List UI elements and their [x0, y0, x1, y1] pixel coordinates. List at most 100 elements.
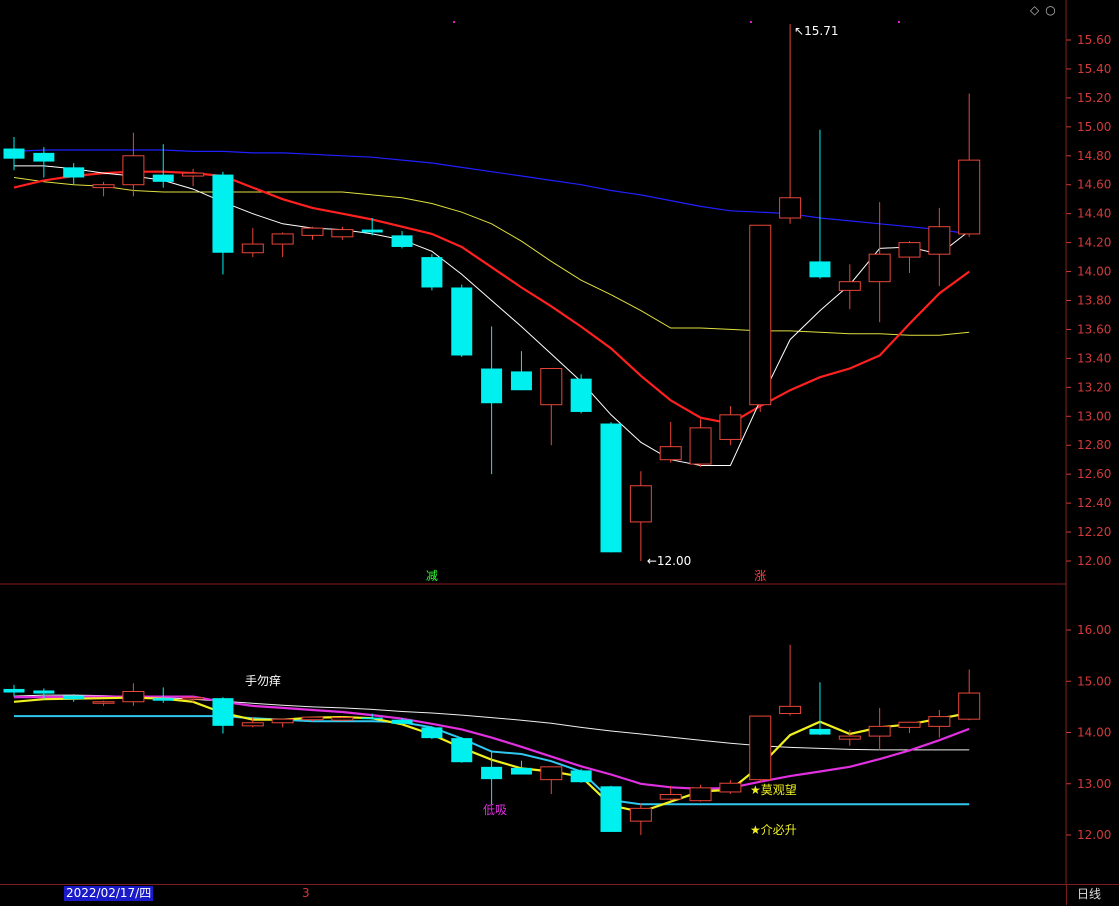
candle-up: [331, 717, 354, 721]
price-axis-tick-label: 13.80: [1077, 294, 1111, 308]
price-axis-tick-label: 12.20: [1077, 525, 1111, 539]
candle-down: [63, 695, 85, 700]
indicator-axis-tick-label: 16.00: [1077, 623, 1111, 637]
selected-date: 2022/02/17/四: [64, 886, 154, 901]
candle-up: [928, 716, 951, 727]
candle-down: [510, 371, 532, 391]
candle-up: [182, 172, 205, 177]
candle-up: [301, 227, 324, 236]
top-marker-dot: [750, 21, 752, 23]
indicator-panel: 16.00 15.00 14.00 13.00 12.00 手勿痒低吸 ★莫观望 ★介必升: [3, 623, 1111, 842]
rise-label: ★介必升: [750, 823, 797, 837]
candle-up: [629, 807, 652, 822]
hold-label: 手勿痒: [245, 673, 281, 688]
candle-up: [241, 722, 264, 727]
candle-up: [779, 705, 802, 715]
candle-up: [779, 197, 802, 219]
candle-up: [868, 725, 891, 737]
price-axis-tick-label: 12.40: [1077, 496, 1111, 510]
candle-up: [629, 485, 652, 523]
candle-up: [928, 226, 951, 255]
candle-up: [838, 281, 861, 291]
price-axis-tick-label: 14.40: [1077, 207, 1111, 221]
price-axis-tick-label: 14.80: [1077, 149, 1111, 163]
candle-up: [659, 446, 682, 461]
wait-label: ★莫观望: [750, 783, 797, 797]
price-axis-tick-label: 15.20: [1077, 91, 1111, 105]
period-tab[interactable]: 日线: [1066, 885, 1119, 905]
candle-up: [271, 233, 294, 245]
candle-down: [600, 423, 622, 553]
candle-down: [33, 690, 55, 694]
price-axis-tick-label: 12.00: [1077, 554, 1111, 568]
candle-up: [719, 782, 742, 793]
diamond-icon[interactable]: ◇: [1030, 3, 1045, 17]
candle-down: [421, 257, 443, 288]
candle-up: [540, 766, 563, 781]
candle-up: [898, 721, 921, 728]
candle-down: [152, 174, 174, 182]
candle-up: [182, 697, 205, 700]
candle-down: [809, 728, 831, 735]
candle-down: [481, 368, 503, 404]
high-price-label: ↖15.71: [794, 24, 838, 38]
candle-up: [271, 718, 294, 724]
price-axis-tick-label: 14.20: [1077, 236, 1111, 250]
candle-down: [391, 719, 413, 724]
candle-down: [33, 152, 55, 162]
price-axis-tick-label: 15.00: [1077, 120, 1111, 134]
candle-up: [749, 224, 772, 406]
candle-down: [212, 174, 234, 253]
corner-icons[interactable]: ◇○: [1030, 3, 1062, 17]
price-axis-tick-label: 13.20: [1077, 380, 1111, 394]
candle-up: [122, 155, 145, 186]
candle-down: [451, 287, 473, 356]
top-marker-dot: [453, 21, 455, 23]
price-axis-tick-label: 13.60: [1077, 322, 1111, 336]
candle-down: [391, 235, 413, 247]
indicator-axis-tick-label: 15.00: [1077, 674, 1111, 688]
candle-up: [301, 716, 324, 721]
candle-up: [868, 253, 891, 283]
price-axis-tick-label: 14.60: [1077, 178, 1111, 192]
candle-down: [809, 261, 831, 278]
circle-icon[interactable]: ○: [1045, 3, 1061, 17]
price-axis-tick-label: 15.40: [1077, 62, 1111, 76]
candle-down: [570, 378, 592, 412]
low-price-label: ←12.00: [647, 554, 691, 568]
candle-up: [92, 701, 115, 704]
candle-up: [540, 368, 563, 406]
signal-rise-label: 涨: [754, 568, 766, 583]
candle-down: [451, 738, 473, 763]
price-axis-tick-label: 13.40: [1077, 351, 1111, 365]
price-axis-tick-label: 15.60: [1077, 33, 1111, 47]
candle-up: [331, 229, 354, 238]
price-axis-tick-label: 14.00: [1077, 265, 1111, 279]
price-panel: 15.60 15.40 15.20 15.00 14.80 14.60 14.40 14.20…: [3, 21, 1111, 583]
candle-down: [3, 688, 25, 693]
candle-down: [152, 698, 174, 701]
price-axis-tick-label: 12.60: [1077, 467, 1111, 481]
chart-canvas[interactable]: 15.60 15.40 15.20 15.00 14.80 14.60 14.40 14.20…: [0, 0, 1119, 905]
price-axis-tick-label: 13.00: [1077, 409, 1111, 423]
top-marker-dot: [898, 21, 900, 23]
ma20-line: [13, 177, 970, 336]
candle-down: [361, 229, 383, 233]
candle-down: [600, 786, 622, 832]
candle-up: [659, 794, 682, 800]
candle-up: [958, 159, 981, 235]
date-marker: 3: [302, 886, 310, 900]
candle-up: [958, 692, 981, 720]
indicator-white-line: [13, 694, 970, 751]
candle-up: [898, 242, 921, 258]
indicator-axis-tick-label: 14.00: [1077, 726, 1111, 740]
price-axis-tick-label: 12.80: [1077, 438, 1111, 452]
candle-down: [421, 727, 443, 739]
candle-up: [749, 715, 772, 781]
candle-up: [719, 414, 742, 440]
candle-up: [92, 184, 115, 189]
candle-up: [838, 735, 861, 740]
candle-down: [63, 167, 85, 178]
candle-up: [689, 427, 712, 465]
indicator-axis-tick-label: 13.00: [1077, 777, 1111, 791]
